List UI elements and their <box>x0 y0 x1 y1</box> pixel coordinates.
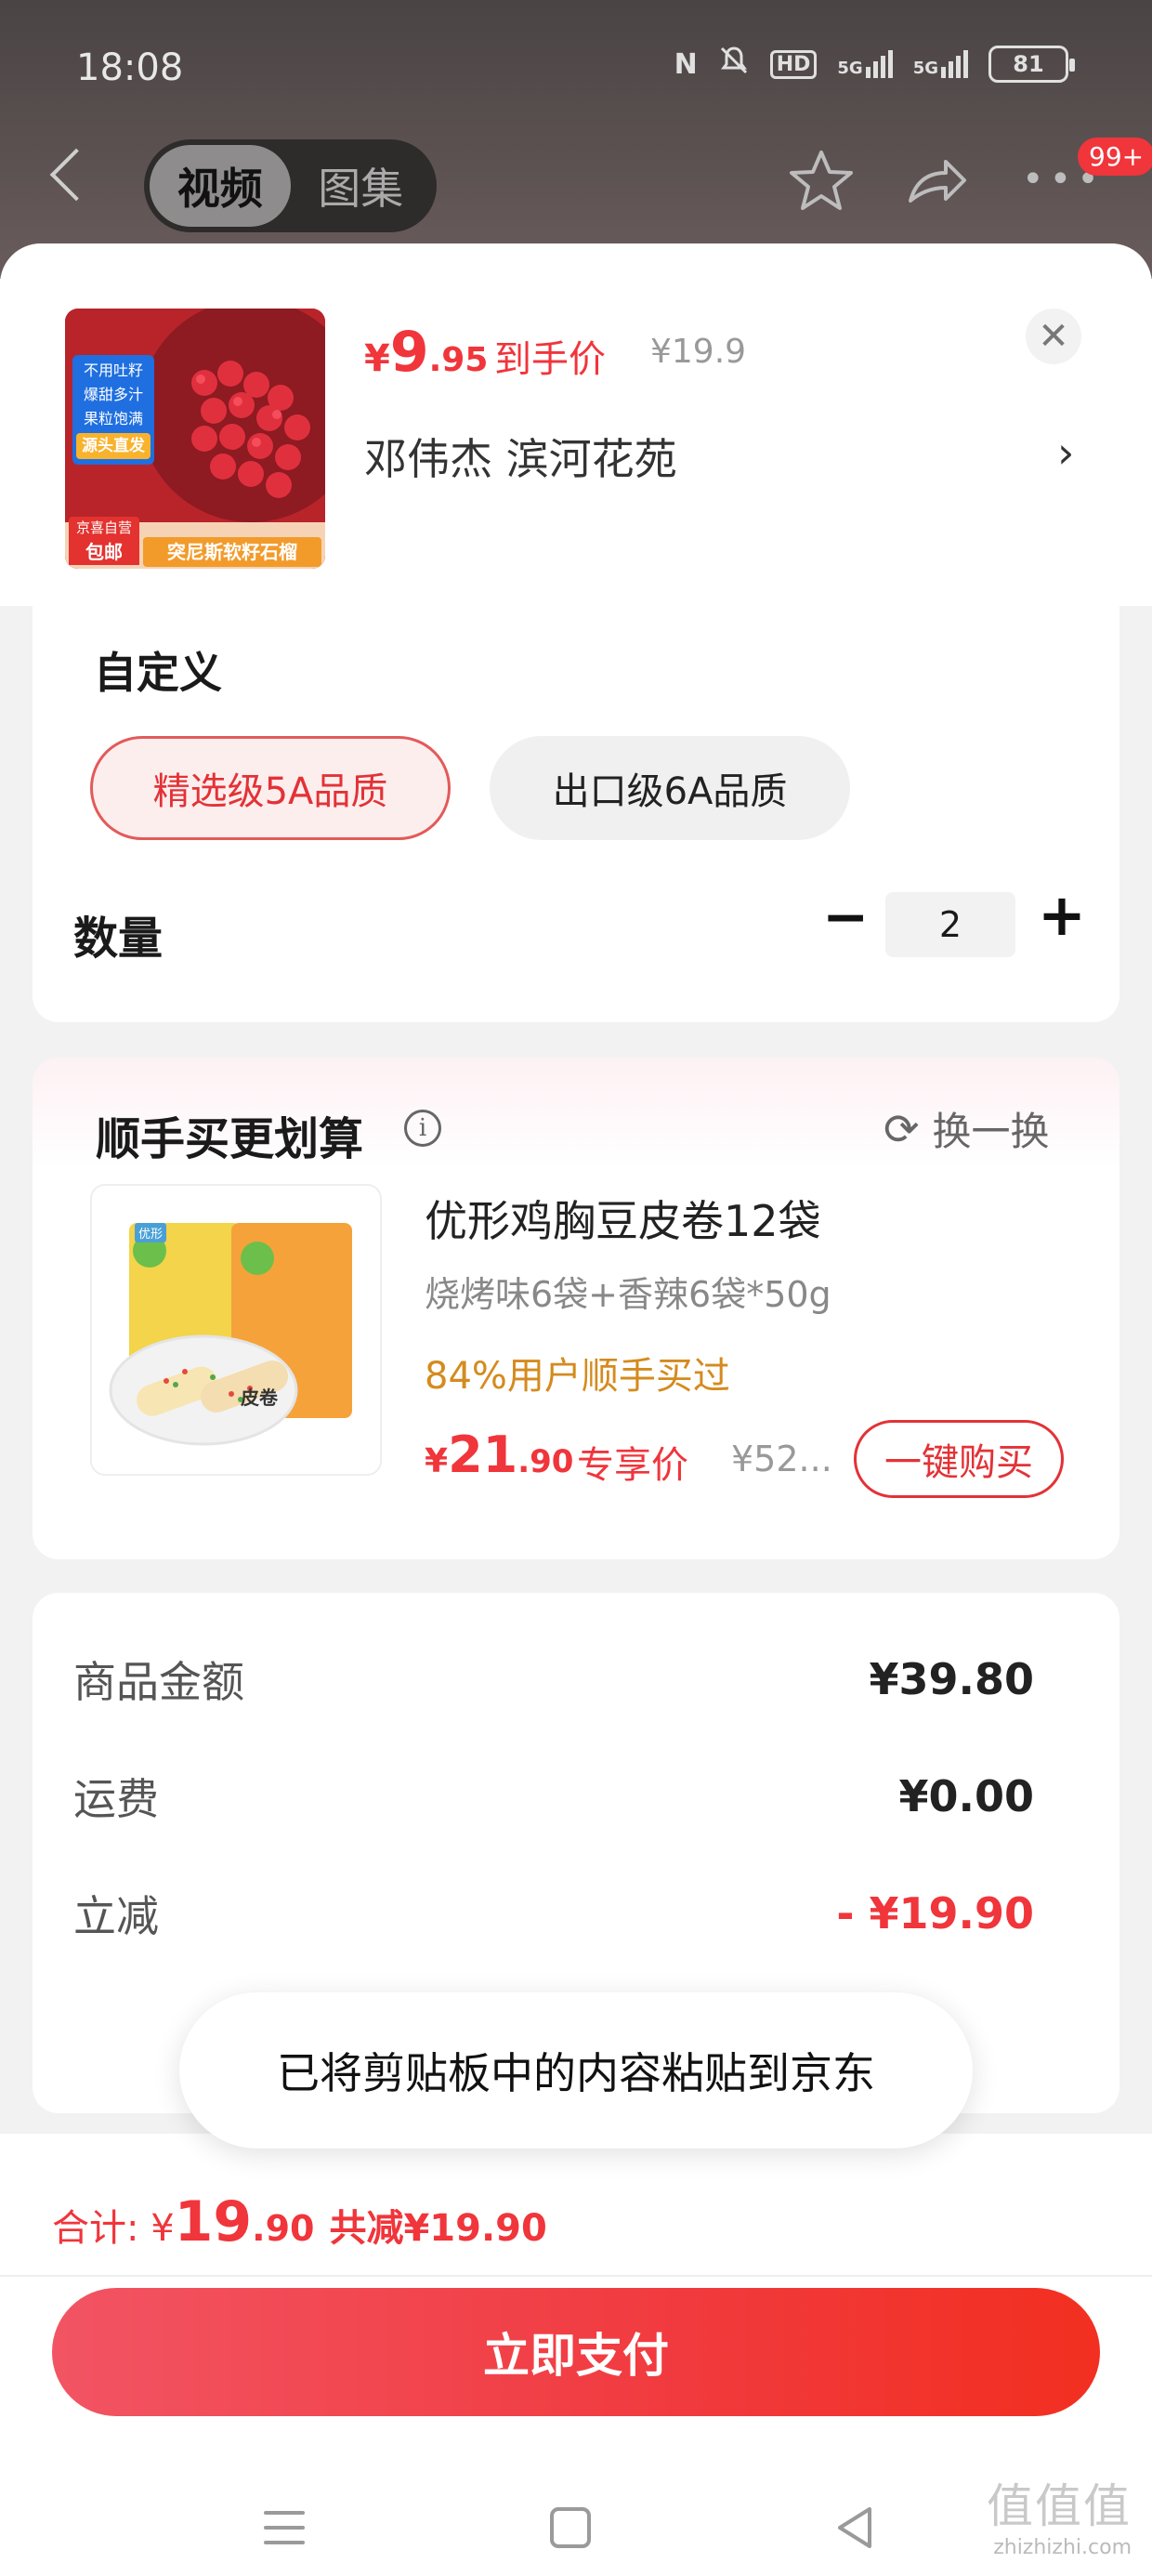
back-arrow-icon[interactable] <box>49 148 103 202</box>
clipboard-toast: 已将剪贴板中的内容粘贴到京东 <box>179 1992 973 2149</box>
product-image[interactable]: 不用吐籽 爆甜多汁 果粒饱满 源头直发 京喜自营 包邮 突尼斯软籽石榴 <box>65 309 325 569</box>
chevron-right-icon[interactable]: › <box>1057 427 1074 478</box>
recommend-item-name[interactable]: 优形鸡胸豆皮卷12袋 <box>425 1188 821 1249</box>
close-button[interactable]: ✕ <box>1026 309 1081 364</box>
product-image-shipping: 京喜自营 包邮 <box>69 517 139 565</box>
spec-option-5a[interactable]: 精选级5A品质 <box>90 736 451 840</box>
recommend-title: 顺手买更划算 <box>96 1113 364 1165</box>
original-price: ¥19.9 <box>650 333 747 371</box>
status-icons: N HD 5G 5G 81 <box>674 45 1075 84</box>
watermark: 值值值 zhizhizhi.com <box>987 2479 1132 2559</box>
recommend-card: 顺手买更划算 i ⟳ 换一换 优形 皮卷 优形鸡胸豆皮卷12袋 烧烤味6袋+香辣… <box>33 1058 1119 1559</box>
tab-video[interactable]: 视频 <box>150 145 291 227</box>
nav-back-icon[interactable] <box>829 2500 884 2556</box>
recommend-item-social: 84%用户顺手买过 <box>425 1355 730 1398</box>
status-time: 18:08 <box>76 46 184 89</box>
notification-badge: 99+ <box>1078 138 1152 176</box>
tab-gallery[interactable]: 图集 <box>291 145 432 227</box>
one-click-buy-button[interactable]: 一键购买 <box>854 1420 1064 1498</box>
close-icon: ✕ <box>1038 315 1069 358</box>
total-price: 合计: ¥19.90 共减¥19.90 <box>52 2189 547 2254</box>
spec-option-6a[interactable]: 出口级6A品质 <box>490 736 850 840</box>
product-header: 不用吐籽 爆甜多汁 果粒饱满 源头直发 京喜自营 包邮 突尼斯软籽石榴 ¥9.9… <box>0 243 1152 606</box>
background-app-header: 18:08 N HD 5G 5G 81 视频 图集 ••• 99+ <box>0 0 1152 279</box>
recommend-item-desc: 烧烤味6袋+香辣6袋*50g <box>425 1274 831 1315</box>
refresh-icon: ⟳ <box>884 1103 920 1154</box>
media-tab-switch[interactable]: 视频 图集 <box>144 139 437 232</box>
total-savings: 共减¥19.90 <box>329 2207 547 2250</box>
spec-title: 自定义 <box>94 648 222 698</box>
recommend-price-tag: 专享价 <box>577 1444 688 1487</box>
recommend-image-brand: 优形 <box>135 1223 167 1242</box>
star-icon[interactable] <box>788 147 855 229</box>
recommend-item-price: ¥21.90 <box>425 1426 574 1484</box>
summary-row-discount: 立减 - ¥19.90 <box>73 1888 1034 1941</box>
signal-5g-icon: 5G <box>837 50 893 78</box>
mute-icon <box>718 45 750 84</box>
recommend-original-price: ¥52... <box>731 1439 832 1479</box>
quantity-input[interactable]: 2 <box>885 892 1015 957</box>
divider <box>0 2275 1152 2277</box>
refresh-button[interactable]: ⟳ 换一换 <box>884 1100 1050 1157</box>
product-image-badge: 不用吐籽 爆甜多汁 果粒饱满 源头直发 <box>72 355 154 465</box>
bottom-bar: 合计: ¥19.90 共减¥19.90 立即支付 值值值 zhizhizhi.c… <box>0 2134 1152 2576</box>
nav-menu-icon[interactable] <box>256 2500 312 2556</box>
quantity-decrease-button[interactable]: − <box>822 885 869 950</box>
recommend-item-image[interactable]: 优形 皮卷 <box>90 1184 382 1476</box>
battery-icon: 81 <box>988 46 1075 83</box>
price-tag: 到手价 <box>494 338 606 381</box>
nav-home-icon[interactable] <box>543 2500 598 2556</box>
hd-icon: HD <box>769 49 818 79</box>
share-icon[interactable] <box>903 147 970 229</box>
pay-now-button[interactable]: 立即支付 <box>52 2288 1100 2416</box>
product-price: ¥9.95 <box>364 320 489 385</box>
quantity-label: 数量 <box>73 913 164 965</box>
spec-card: 自定义 精选级5A品质 出口级6A品质 数量 − 2 + <box>33 606 1119 1022</box>
info-icon[interactable]: i <box>404 1110 441 1147</box>
recommend-image-label: 皮卷 <box>241 1387 278 1409</box>
summary-row-shipping: 运费 ¥0.00 <box>73 1771 1034 1824</box>
quantity-increase-button[interactable]: + <box>1038 881 1086 949</box>
signal-5g-2-icon: 5G <box>913 50 968 78</box>
refresh-label: 换一换 <box>932 1109 1050 1154</box>
nfc-icon: N <box>674 47 698 81</box>
delivery-address[interactable]: 邓伟杰 滨河花苑 <box>364 426 677 487</box>
summary-row-goods: 商品金额 ¥39.80 <box>73 1654 1034 1707</box>
product-image-title: 突尼斯软籽石榴 <box>143 537 321 567</box>
